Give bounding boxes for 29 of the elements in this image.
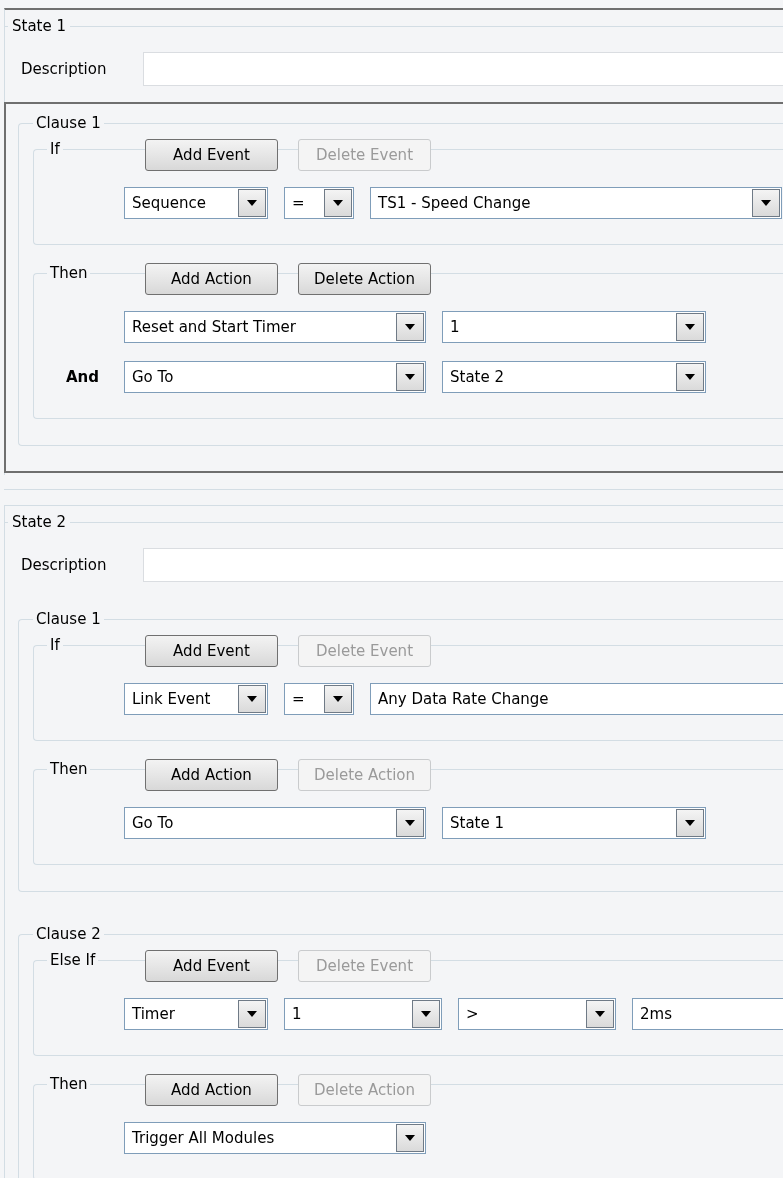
dropdown[interactable]: 1 [284,998,442,1030]
action-button[interactable]: Add Action [145,759,278,791]
action-button[interactable]: Add Event [145,635,278,667]
action-button[interactable]: Add Event [145,139,278,171]
action-button[interactable]: Add Action [145,1074,278,1106]
dropdown[interactable]: Reset and Start Timer [124,311,426,343]
description-field[interactable] [143,52,783,86]
row-label: And [66,368,100,386]
action-button[interactable]: Add Action [145,263,278,295]
dropdown[interactable]: 1 [442,311,706,343]
dropdown[interactable]: Trigger All Modules [124,1122,426,1154]
action-button[interactable]: Delete Action [298,263,431,295]
description-label: Description [21,60,108,78]
description-label: Description [21,556,108,574]
dropdown[interactable]: Go To [124,361,426,393]
dropdown[interactable]: Go To [124,807,426,839]
dropdown[interactable]: TS1 - Speed Change [370,187,782,219]
dropdown[interactable]: > [458,998,616,1030]
dropdown[interactable]: Link Event [124,683,268,715]
description-field[interactable] [143,548,783,582]
dropdown[interactable]: Sequence [124,187,268,219]
dropdown[interactable]: Timer [124,998,268,1030]
text-field[interactable]: Any Data Rate Change [370,683,783,715]
dropdown[interactable]: = [284,683,354,715]
action-button[interactable]: Add Event [145,950,278,982]
dropdown[interactable]: = [284,187,354,219]
dropdown[interactable]: State 1 [442,807,706,839]
dropdown[interactable]: State 2 [442,361,706,393]
text-field[interactable]: 2ms [632,998,783,1030]
